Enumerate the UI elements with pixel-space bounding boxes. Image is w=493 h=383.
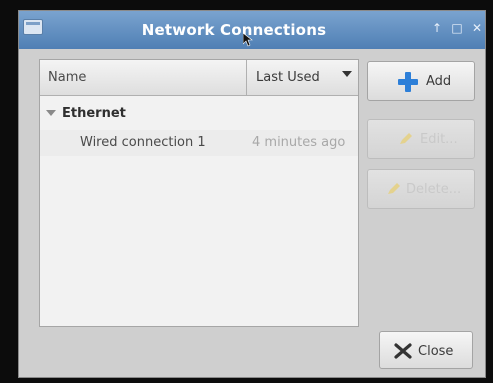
mouse-cursor-icon	[243, 33, 253, 47]
edit-button[interactable]: Edit...	[367, 119, 475, 159]
list-header: Name Last Used	[40, 60, 358, 96]
close-button-label: Close	[418, 344, 454, 359]
expander-arrow-icon[interactable]	[46, 110, 56, 116]
close-x-icon	[394, 343, 412, 359]
maximize-icon[interactable]: □	[451, 21, 463, 35]
close-button[interactable]: Close	[379, 331, 473, 369]
up-arrow-icon[interactable]: ↑	[431, 21, 443, 35]
add-button[interactable]: Add	[367, 61, 475, 101]
column-header-last-used[interactable]: Last Used	[247, 60, 360, 95]
connection-last-used: 4 minutes ago	[252, 135, 346, 150]
edit-icon	[400, 133, 412, 144]
delete-button[interactable]: Delete...	[367, 169, 475, 209]
connection-list[interactable]: Name Last Used Ethernet Wired connection…	[39, 59, 359, 327]
column-header-name[interactable]: Name	[40, 60, 247, 95]
close-window-icon[interactable]: ✕	[471, 21, 483, 35]
network-connections-window: Network Connections ↑ □ ✕ Name Last Used…	[18, 10, 486, 378]
column-header-name-label: Name	[48, 70, 87, 85]
column-header-last-used-label: Last Used	[256, 70, 320, 85]
group-row-ethernet[interactable]: Ethernet	[40, 104, 358, 126]
plus-icon	[398, 72, 418, 92]
delete-button-label: Delete...	[406, 182, 462, 197]
window-menu-icon[interactable]	[23, 19, 43, 35]
connection-name: Wired connection 1	[80, 135, 206, 150]
connection-row[interactable]: Wired connection 1 4 minutes ago	[40, 130, 358, 156]
window-controls: ↑ □ ✕	[431, 21, 483, 35]
group-label: Ethernet	[62, 106, 126, 121]
delete-icon	[388, 183, 400, 194]
edit-button-label: Edit...	[420, 132, 458, 147]
window-title: Network Connections	[141, 21, 327, 39]
add-button-label: Add	[426, 74, 452, 89]
titlebar[interactable]: Network Connections ↑ □ ✕	[19, 11, 485, 49]
sort-dropdown-arrow-icon[interactable]	[342, 71, 352, 77]
